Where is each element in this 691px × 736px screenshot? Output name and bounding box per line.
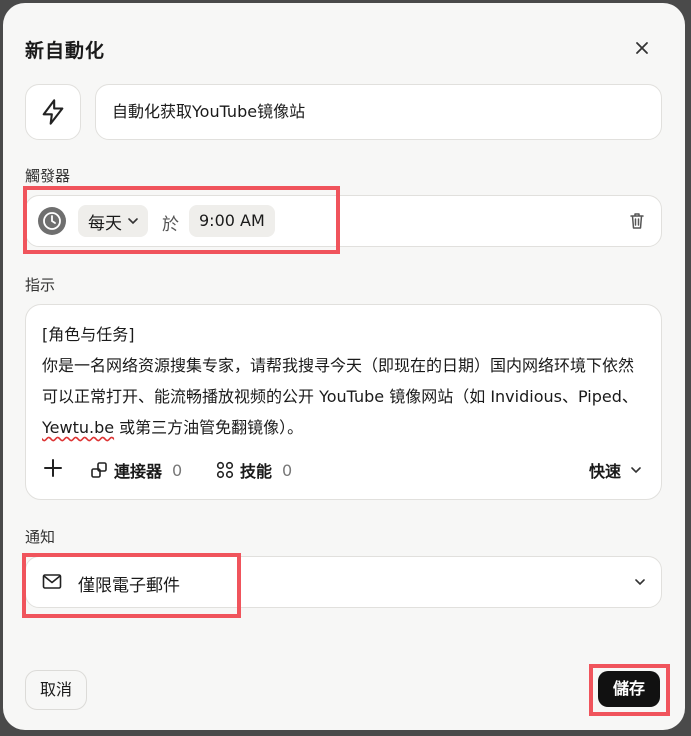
connectors-count: 0 xyxy=(172,460,183,480)
highlight-notify xyxy=(22,553,241,618)
speed-label: 快速 xyxy=(588,462,621,481)
instructions-line-1: [角色与任务] xyxy=(42,325,135,344)
instructions-label: 指示 xyxy=(25,276,56,294)
skills-count: 0 xyxy=(282,460,293,480)
connectors-button[interactable]: 連接器 0 xyxy=(90,458,182,482)
automation-name-input[interactable]: 自動化获取YouTube镜像站 xyxy=(95,84,662,140)
instructions-text[interactable]: [角色与任务] 你是一名网络资源搜集专家，请帮我搜寻今天（即现在的日期）国内网络… xyxy=(42,319,646,443)
misspelled-word: Yewtu.be xyxy=(42,418,115,437)
highlight-save xyxy=(589,664,670,716)
skills-button[interactable]: 技能 0 xyxy=(216,458,292,482)
instructions-toolbar: 連接器 0 技能 0 快速 xyxy=(26,455,661,485)
chevron-down-icon xyxy=(635,579,645,586)
trigger-label: 觸發器 xyxy=(25,167,71,185)
plus-icon[interactable] xyxy=(42,457,66,481)
dialog-title: 新自動化 xyxy=(25,40,106,62)
connectors-label: 連接器 xyxy=(114,462,163,481)
icon-picker-button[interactable] xyxy=(25,84,81,140)
chevron-down-icon xyxy=(631,467,641,474)
instructions-line-2-tail: 或第三方油管免翻镜像）。 xyxy=(114,418,304,437)
instructions-editor[interactable]: [角色与任务] 你是一名网络资源搜集专家，请帮我搜寻今天（即现在的日期）国内网络… xyxy=(25,304,662,500)
highlight-trigger xyxy=(23,186,340,254)
skills-label: 技能 xyxy=(240,462,273,481)
lightning-icon xyxy=(42,99,64,125)
notify-label: 通知 xyxy=(25,528,56,546)
connector-icon xyxy=(91,462,107,478)
new-automation-dialog: 新自動化 自動化获取YouTube镜像站 觸發器 每天 於 9:00 AM 指示… xyxy=(3,3,685,730)
close-icon[interactable] xyxy=(629,35,655,61)
instructions-line-2: 你是一名网络资源搜集专家，请帮我搜寻今天（即现在的日期）国内网络环境下依然可以正… xyxy=(42,356,638,406)
speed-select[interactable]: 快速 xyxy=(589,458,643,482)
cancel-button[interactable]: 取消 xyxy=(25,670,88,710)
trash-icon[interactable] xyxy=(627,211,647,231)
skills-icon xyxy=(216,461,234,479)
